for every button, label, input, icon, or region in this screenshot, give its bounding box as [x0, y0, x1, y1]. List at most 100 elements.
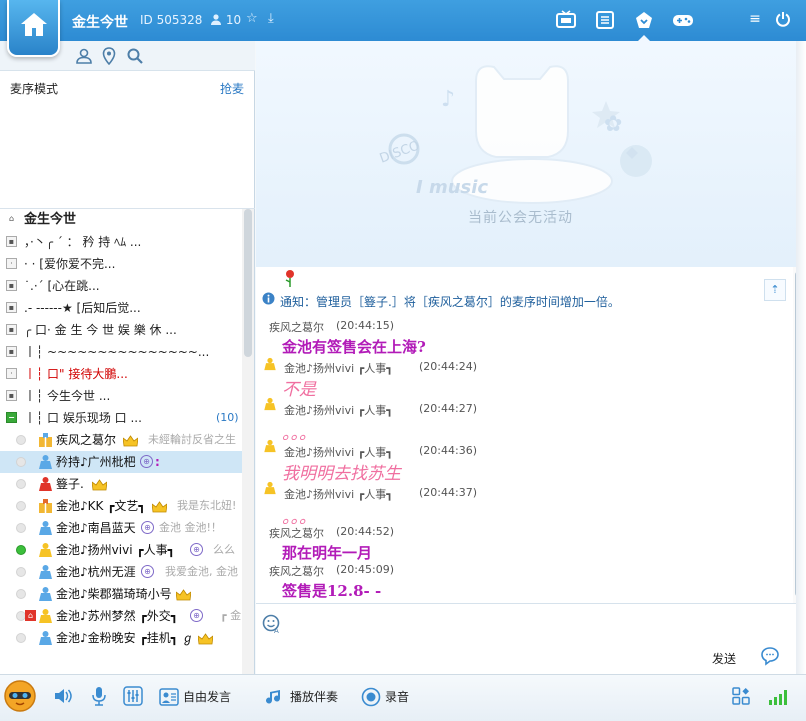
- user-manage-icon[interactable]: [75, 47, 93, 65]
- apps-grid-icon[interactable]: [732, 687, 750, 705]
- free-speak-button[interactable]: 自由发言: [159, 686, 239, 708]
- app-window: 金生今世 ID 505328 10 ☆ ⤓ ≡ 麦序模式 抢麦 ⌂ 金生今世 ▪…: [0, 0, 806, 721]
- channel-label: 丨┆ 今生今世 ...: [24, 389, 111, 403]
- member-signature: 我是东北妞!: [177, 499, 237, 512]
- channel-label: · · [爱你爱不完...: [24, 257, 116, 271]
- member-name: 金池♪金粉晚安 ┏挂机┓ ℊ: [56, 631, 194, 645]
- message-time: (20:44:37): [419, 486, 477, 499]
- tree-scrollbar[interactable]: [242, 209, 254, 675]
- channel-item[interactable]: ▪ ，·丶╭ ˊ ： 矜 持 ﾍﾑ ...: [0, 231, 242, 253]
- mic-icon: ⊕: [141, 565, 154, 578]
- crown-icon: [197, 631, 214, 645]
- member-avatar-icon: [39, 521, 52, 535]
- member-row[interactable]: ⌂ 金池♪苏州梦然 ┏外交┓ ⊕ ┏ 金: [0, 605, 242, 627]
- member-name: 金池♪柴郡猫琦琦小号: [56, 587, 172, 601]
- gamepad-icon[interactable]: [672, 9, 694, 31]
- tree-scrollbar-thumb[interactable]: [244, 209, 252, 357]
- channel-label: .- ------★ [后知后觉...: [24, 301, 141, 315]
- member-row[interactable]: 金池♪柴郡猫琦琦小号: [0, 583, 242, 605]
- badge-icon: ⌂: [25, 610, 36, 621]
- status-dot: [16, 567, 26, 577]
- channel-item[interactable]: ▪ ˙.·ˊ [心在跳...: [0, 275, 242, 297]
- channel-tree: ⌂ 金生今世 ▪ ，·丶╭ ˊ ： 矜 持 ﾍﾑ ... · · · [爱你爱不完.…: [0, 208, 255, 675]
- member-signature: 么么: [213, 543, 235, 556]
- message-input-area[interactable]: A 发送: [256, 603, 806, 674]
- power-icon[interactable]: [775, 11, 791, 27]
- crown-icon: [175, 587, 192, 601]
- location-icon[interactable]: [100, 47, 118, 66]
- member-avatar-icon: [39, 455, 52, 469]
- member-name: 金池♪扬州vivi ┏人事┓: [56, 543, 175, 557]
- channel-item[interactable]: · · · [爱你爱不完...: [0, 253, 242, 275]
- message-time: (20:44:36): [419, 444, 477, 457]
- message-sender: 疾风之葛尔: [269, 527, 324, 540]
- grab-mic-link[interactable]: 抢麦: [220, 80, 244, 97]
- queue-mode-label: 麦序模式: [10, 82, 59, 96]
- channel-item[interactable]: · 丨┆ 口" 接待大鵬...: [0, 363, 242, 385]
- speaker-icon[interactable]: [53, 686, 73, 706]
- message-time: (20:44:27): [419, 402, 477, 415]
- mic-icon: ⊕: [141, 521, 154, 534]
- channel-item[interactable]: ▪ 丨┆ ~~~~~~~~~~~~~~~...: [0, 341, 242, 363]
- scroll-to-top-button[interactable]: ⇡: [764, 279, 786, 301]
- online-count: 10: [210, 13, 241, 27]
- home-button[interactable]: [7, 0, 60, 57]
- member-row[interactable]: 矜持♪广州枇杷 ⊕ :: [0, 451, 242, 473]
- member-row[interactable]: 簦子.: [0, 473, 242, 495]
- channel-member-count: (10): [216, 411, 239, 424]
- title-bar: 金生今世 ID 505328 10 ☆ ⤓ ≡: [0, 0, 806, 41]
- list-icon[interactable]: [594, 9, 616, 31]
- record-button[interactable]: 录音: [361, 686, 421, 708]
- gold-avatar-icon: [264, 481, 276, 495]
- mixer-icon[interactable]: [123, 686, 143, 706]
- member-row[interactable]: 金池♪扬州vivi ┏人事┓ ⊕ 么么: [0, 539, 242, 561]
- member-name: 疾风之葛尔: [56, 433, 117, 447]
- microphone-icon[interactable]: [90, 686, 108, 706]
- member-name: 簦子.: [56, 477, 84, 491]
- mic-queue-header: 麦序模式 抢麦: [0, 71, 255, 101]
- guild-id: ID 505328: [140, 13, 203, 27]
- svg-text:A: A: [274, 627, 279, 634]
- channel-root[interactable]: ⌂ 金生今世: [0, 209, 242, 231]
- message-time: (20:44:24): [419, 360, 477, 373]
- member-row[interactable]: 金池♪南昌蓝天 ⊕ 金池 金池!！: [0, 517, 242, 539]
- guild-crest-icon[interactable]: [633, 9, 655, 31]
- gold-avatar-icon: [264, 439, 276, 453]
- message-text: 我明明去找苏生: [282, 464, 401, 484]
- message-sender: 金池♪扬州vivi ┏人事┓: [284, 488, 393, 501]
- tv-icon[interactable]: [555, 9, 577, 31]
- background-window-edge: [796, 41, 806, 674]
- crown-icon: [122, 433, 139, 447]
- chat-log: 通知：管理员［簦子.］将［疾风之葛尔］的麦序时间增加一倍。 疾风之葛尔 (20:…: [256, 267, 793, 603]
- member-row[interactable]: 金池♪KK ┏文艺┓ 我是东北妞!: [0, 495, 242, 517]
- channel-item-current[interactable]: − 丨┆ 口 娱乐现场 口 ... (10): [0, 407, 242, 429]
- star-icon[interactable]: ☆: [246, 11, 258, 26]
- music-label: I music: [416, 177, 489, 198]
- user-icon: [211, 14, 221, 25]
- member-row[interactable]: 金池♪杭州无涯 ⊕ 我爱金池, 金池: [0, 561, 242, 583]
- menu-icon[interactable]: ≡: [747, 11, 763, 27]
- member-avatar-icon: [39, 631, 52, 645]
- gold-avatar-icon: [264, 397, 276, 411]
- status-dot: [16, 633, 26, 643]
- send-button[interactable]: 发送: [712, 650, 736, 667]
- chat-bubble-icon[interactable]: [760, 646, 780, 666]
- user-avatar[interactable]: [4, 680, 36, 712]
- lock-icon: ▪: [6, 280, 17, 291]
- member-row[interactable]: 金池♪金粉晚安 ┏挂机┓ ℊ: [0, 627, 242, 649]
- no-activity-label: 当前公会无活动: [468, 210, 573, 226]
- emoji-icon[interactable]: A: [262, 614, 282, 634]
- member-signature: 未經輪討反省之生: [148, 433, 236, 446]
- collapse-icon[interactable]: −: [6, 412, 17, 423]
- music-note-icon: [266, 690, 281, 704]
- download-icon[interactable]: ⤓: [268, 11, 274, 26]
- member-row[interactable]: 疾风之葛尔 未經輪討反省之生: [0, 429, 242, 451]
- channel-item[interactable]: ▪ .- ------★ [后知后觉...: [0, 297, 242, 319]
- speaking-mark: :: [155, 455, 160, 469]
- status-dot: [16, 479, 26, 489]
- play-accompaniment-button[interactable]: 播放伴奏: [266, 686, 346, 708]
- search-icon[interactable]: [126, 47, 144, 65]
- channel-item[interactable]: ▪ 丨┆ 今生今世 ...: [0, 385, 242, 407]
- channel-label: ˙.·ˊ [心在跳...: [24, 279, 100, 293]
- channel-item[interactable]: ▪ ╭ 口· 金 生 今 世 娱 樂 休 ...: [0, 319, 242, 341]
